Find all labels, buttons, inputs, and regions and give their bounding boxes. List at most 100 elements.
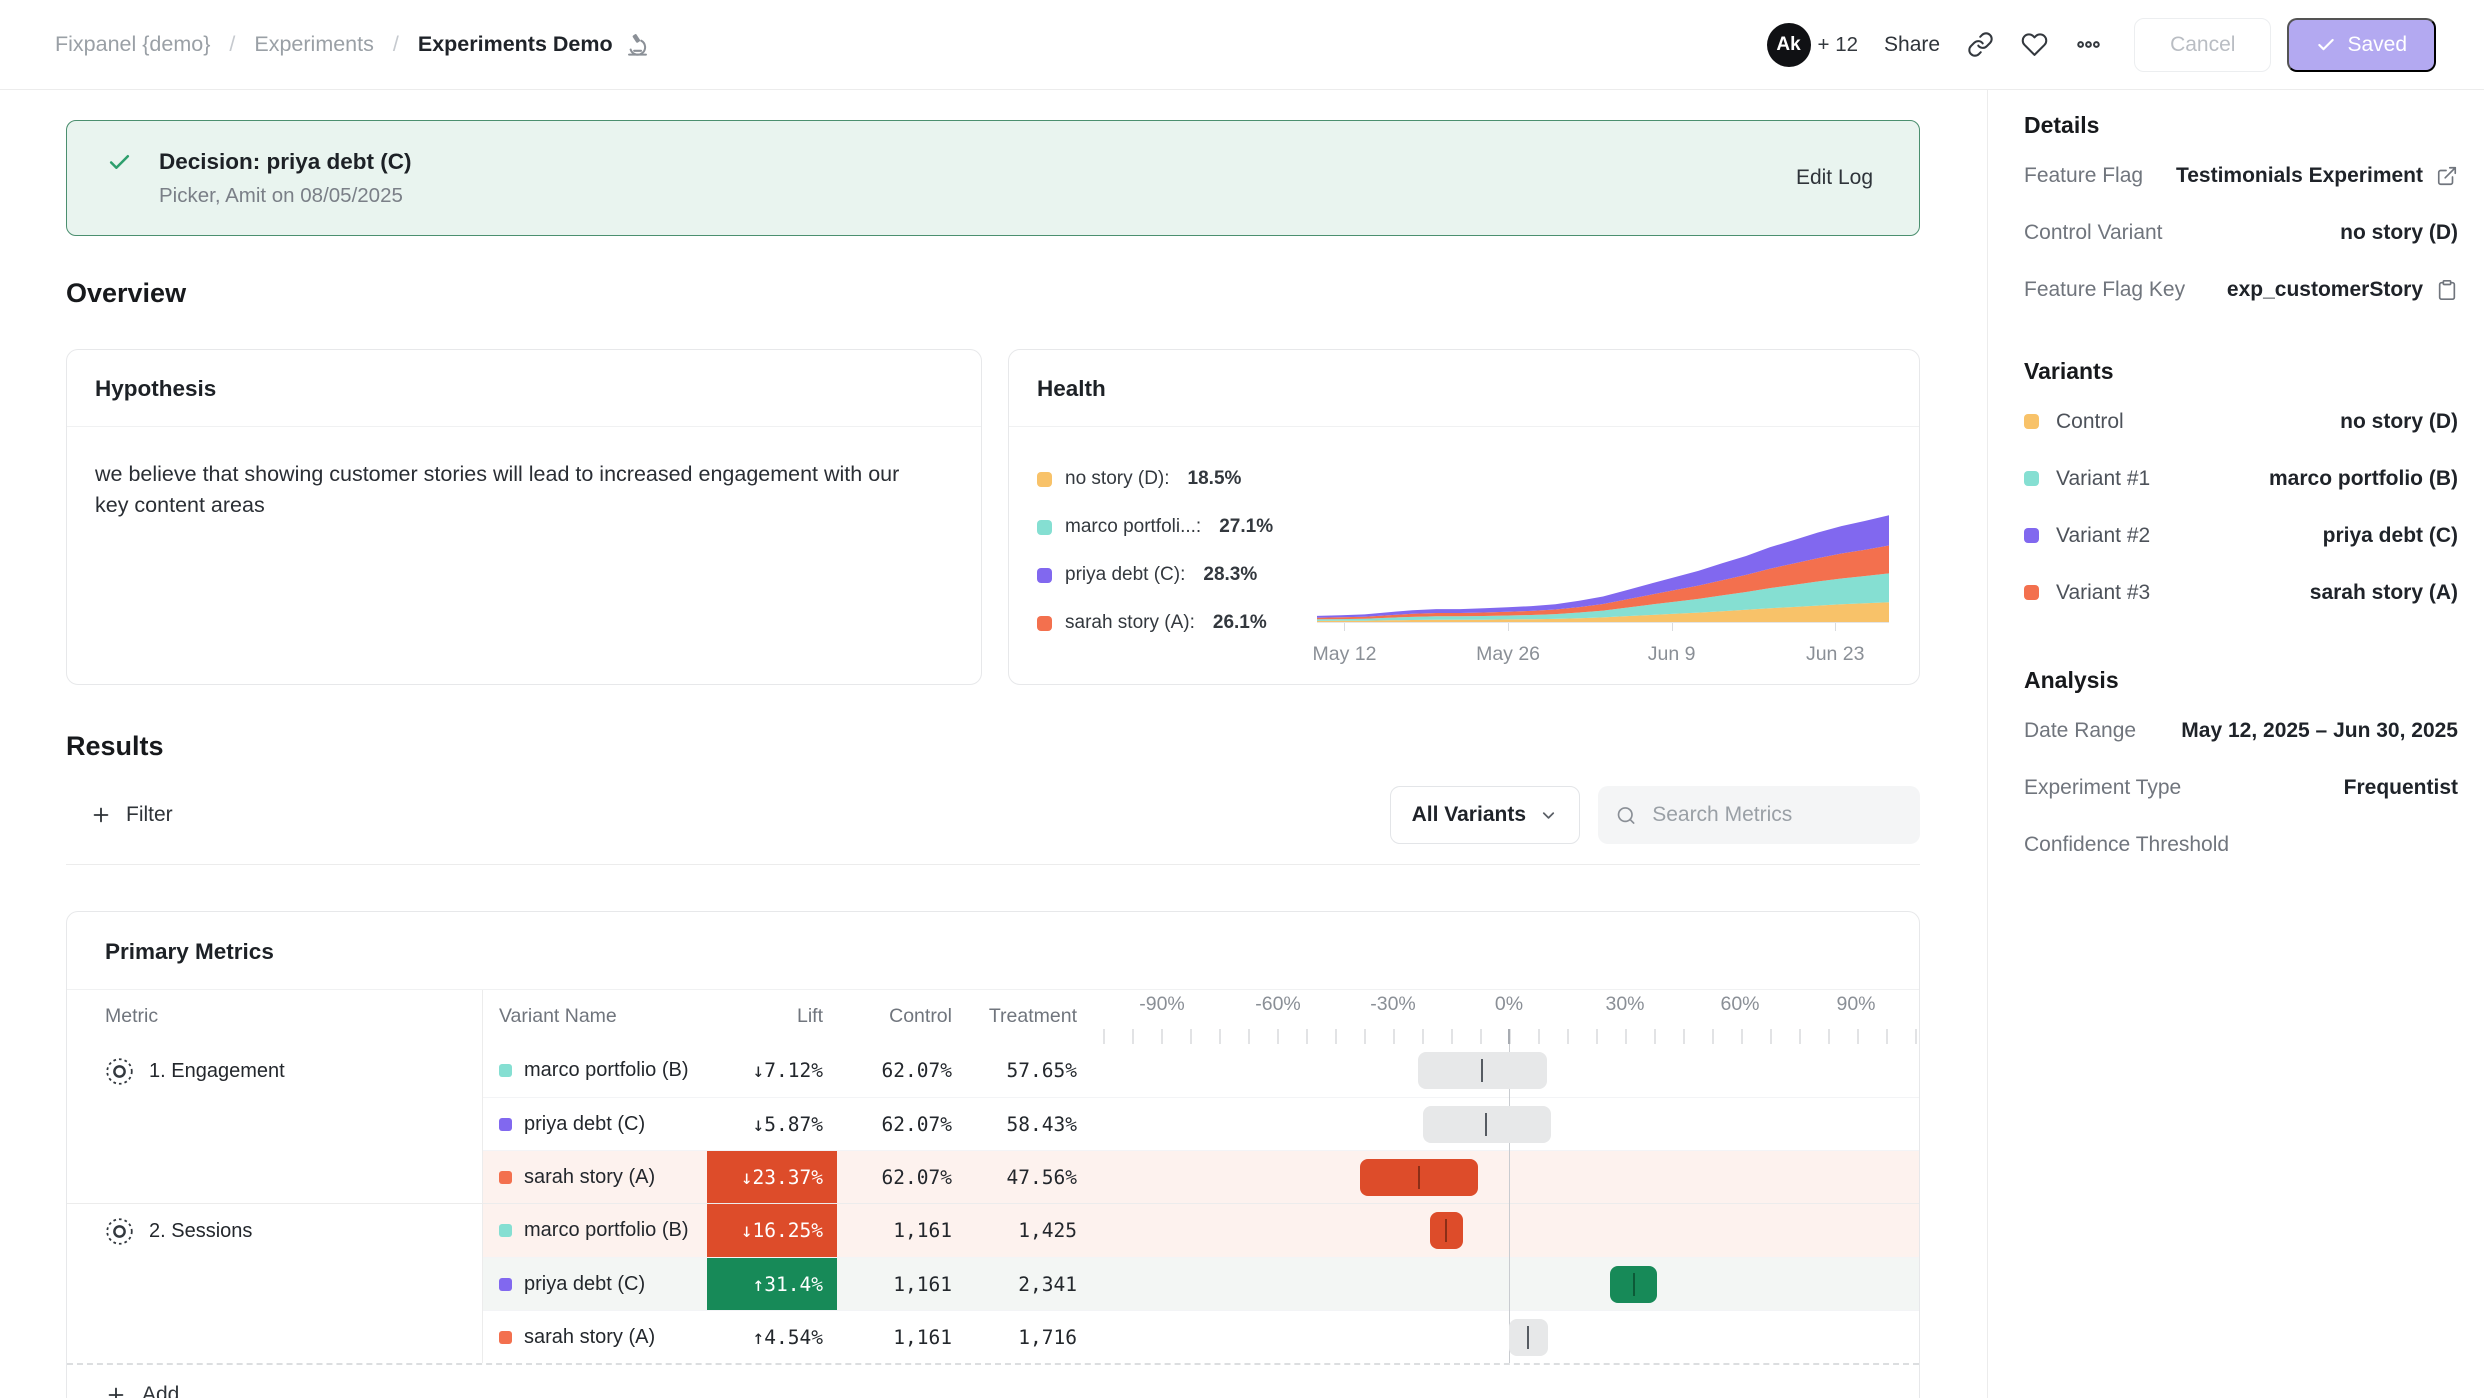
plus-icon [90,804,112,826]
health-chart-svg [1317,510,1889,622]
metric-cell[interactable]: 2. Sessions [67,1204,483,1363]
table-row[interactable]: priya debt (C) ↓5.87% 62.07% 58.43% [483,1097,1919,1150]
hypothesis-card: Hypothesis we believe that showing custo… [66,349,982,685]
variant-cell: priya debt (C) [483,1273,707,1296]
legend-swatch [1037,520,1052,535]
variant-name: priya debt (C) [524,1273,645,1296]
table-body: 1. Engagement marco portfolio (B) ↓7.12%… [67,1044,1919,1363]
legend-item: marco portfoli...:27.1% [1037,516,1273,538]
column-header-lift: Lift [707,990,837,1044]
details-sidebar: Details Feature Flag Testimonials Experi… [1987,90,2484,1398]
health-card: Health no story (D):18.5% marco portfoli… [1008,349,1920,685]
details-heading: Details [2024,112,2458,139]
hypothesis-body: we believe that showing customer stories… [67,427,947,553]
variant-name: marco portfolio (B) [524,1219,689,1242]
analysis-row: Confidence Threshold [2024,816,2458,873]
detail-label: Feature Flag [2024,164,2143,188]
table-row[interactable]: sarah story (A) ↑4.54% 1,161 1,716 [483,1310,1919,1363]
confidence-interval-bar [1087,1044,1919,1097]
variants-heading: Variants [2024,358,2458,385]
analysis-label: Confidence Threshold [2024,833,2229,857]
check-icon [2316,35,2336,55]
avatar[interactable]: Ak [1767,23,1811,67]
legend-item: priya debt (C):28.3% [1037,564,1273,586]
collaborators-count[interactable]: + 12 [1818,33,1858,57]
lift-value: ↑31.4% [707,1258,837,1310]
variant-row: Variant #3 sarah story (A) [2024,564,2458,621]
legend-label: sarah story (A): [1065,612,1195,634]
control-variant-value: no story (D) [2340,221,2458,245]
control-value: 62.07% [837,1166,952,1189]
variant-swatch [499,1118,512,1131]
variants-dropdown[interactable]: All Variants [1390,786,1580,844]
variant-name: sarah story (A) [524,1326,655,1349]
breadcrumb-current[interactable]: Experiments Demo [418,31,651,58]
treatment-value: 47.56% [952,1166,1077,1189]
primary-metrics-card: Primary Metrics Metric Variant Name Lift… [66,911,1920,1398]
search-metrics-input[interactable] [1650,802,1902,828]
confidence-interval-bar [1087,1151,1919,1203]
legend-value: 26.1% [1213,612,1267,634]
analysis-heading: Analysis [2024,667,2458,694]
primary-metrics-title: Primary Metrics [67,912,1919,990]
search-metrics-box[interactable] [1598,786,1920,844]
variant-cell: marco portfolio (B) [483,1219,707,1242]
variant-cell: marco portfolio (B) [483,1059,707,1082]
variant-swatch [499,1331,512,1344]
breadcrumb-separator: / [229,32,235,57]
more-options-icon[interactable] [2075,31,2102,58]
breadcrumb-experiments[interactable]: Experiments [254,32,374,57]
copy-link-icon[interactable] [1967,31,1994,58]
confidence-interval-bar [1087,1204,1919,1257]
lift-value: ↓5.87% [707,1098,837,1150]
detail-row: Feature Flag Key exp_customerStory [2024,261,2458,318]
lift-value: ↓16.25% [707,1204,837,1257]
variant-swatch [2024,471,2039,486]
divider [66,864,1920,865]
health-legend: no story (D):18.5% marco portfoli...:27.… [1037,468,1273,634]
metric-name: 2. Sessions [149,1217,252,1246]
legend-label: marco portfoli...: [1065,516,1201,538]
metric-name: 1. Engagement [149,1057,285,1086]
variant-label: Variant #3 [2056,581,2150,605]
health-stacked-area-chart: May 12May 26Jun 9Jun 23 [1317,446,1889,670]
table-header: Metric Variant Name Lift Control Treatme… [67,990,1919,1044]
metric-cell[interactable]: 1. Engagement [67,1044,483,1203]
variants-dropdown-value: All Variants [1412,803,1526,827]
variant-name: sarah story (A) [524,1166,655,1189]
saved-button[interactable]: Saved [2287,18,2436,72]
confidence-interval-bar [1087,1258,1919,1310]
top-bar: Fixpanel {demo} / Experiments / Experime… [0,0,2484,90]
external-link-icon[interactable] [2436,165,2458,187]
table-row[interactable]: sarah story (A) ↓23.37% 62.07% 47.56% [483,1150,1919,1203]
cancel-button[interactable]: Cancel [2134,18,2271,72]
control-value: 1,161 [837,1219,952,1242]
search-icon [1616,804,1636,827]
add-filter-button[interactable]: Filter [90,803,173,827]
table-row[interactable]: marco portfolio (B) ↓16.25% 1,161 1,425 [483,1204,1919,1257]
clipboard-copy-icon[interactable] [2436,279,2458,301]
treatment-value: 58.43% [952,1113,1077,1136]
legend-value: 18.5% [1188,468,1242,490]
control-value: 62.07% [837,1113,952,1136]
confidence-interval-bar [1087,1098,1919,1150]
table-row[interactable]: priya debt (C) ↑31.4% 1,161 2,341 [483,1257,1919,1310]
share-button[interactable]: Share [1884,33,1940,57]
filter-label: Filter [126,803,173,827]
breadcrumb-project[interactable]: Fixpanel {demo} [55,32,210,57]
legend-value: 28.3% [1203,564,1257,586]
variant-swatch [499,1064,512,1077]
favorite-heart-icon[interactable] [2021,31,2048,58]
metric-target-icon [105,1217,134,1246]
variant-value: priya debt (C) [2323,524,2458,548]
detail-row: Control Variant no story (D) [2024,204,2458,261]
add-metric-button[interactable]: Add [67,1363,1919,1398]
control-value: 62.07% [837,1059,952,1082]
page-title: Experiments Demo [418,32,613,57]
table-row[interactable]: marco portfolio (B) ↓7.12% 62.07% 57.65% [483,1044,1919,1097]
detail-row: Feature Flag Testimonials Experiment [2024,147,2458,204]
edit-log-button[interactable]: Edit Log [1796,166,1873,190]
column-header-control: Control [837,990,952,1044]
feature-flag-value[interactable]: Testimonials Experiment [2176,164,2423,188]
saved-label: Saved [2347,33,2407,57]
